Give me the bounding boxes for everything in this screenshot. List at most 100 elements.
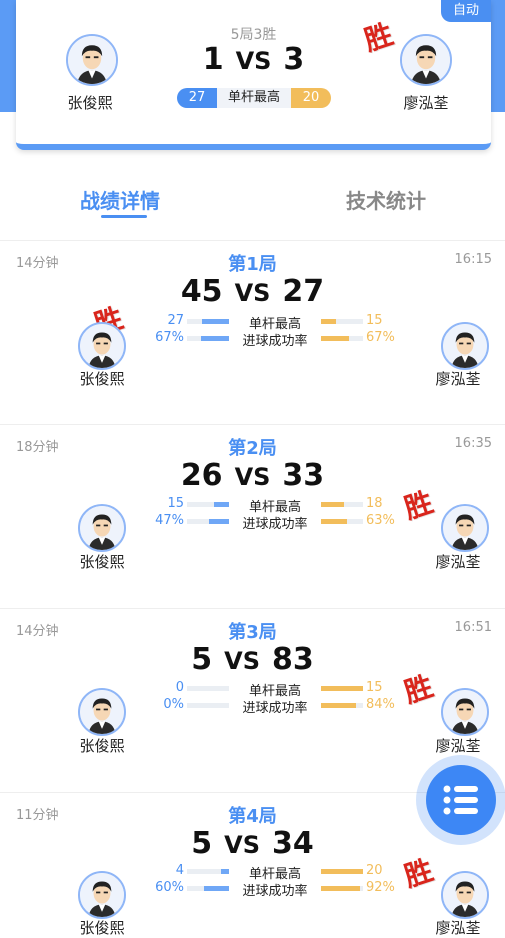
stat-right-value: 63% <box>366 513 395 528</box>
player-name-right: 廖泓荃 <box>435 553 481 571</box>
stat-right-value: 84% <box>366 697 395 712</box>
stat-left-fill <box>203 886 229 891</box>
tab-bar: 战绩详情 技术统计 <box>0 185 505 225</box>
game-time: 16:35 <box>454 436 492 451</box>
menu-fab-button[interactable] <box>416 755 505 845</box>
game-score-left: 45 <box>180 274 223 309</box>
stat-right-bar <box>321 886 363 891</box>
stat-right-value: 92% <box>366 880 395 895</box>
game-score-left: 26 <box>180 458 223 493</box>
stat-label: 进球成功率 <box>242 334 308 349</box>
stat-left-fill <box>200 336 229 341</box>
stat-left-value: 67% <box>155 330 184 345</box>
stat-right-bar <box>321 869 363 874</box>
stat-label: 进球成功率 <box>242 517 308 532</box>
vs-label: VS <box>224 647 260 675</box>
stat-right-fill <box>321 319 336 324</box>
game-card[interactable]: 18分钟 第2局 16:35 26 VS 33 15 单杆最高 18 47% 进球成… <box>0 424 505 608</box>
stat-right-fill <box>321 519 348 524</box>
stat-right-bar <box>321 703 363 708</box>
menu-fab-inner[interactable] <box>426 765 496 835</box>
stat-row-high-break: 27 单杆最高 15 <box>150 313 400 332</box>
avatar-left[interactable] <box>78 322 126 370</box>
player-avatar-icon <box>443 324 487 368</box>
stat-row-pot-rate: 60% 进球成功率 92% <box>150 880 400 899</box>
game-score: 26 VS 33 <box>0 458 505 493</box>
avatar-left[interactable] <box>78 688 126 736</box>
stat-row-high-break: 4 单杆最高 20 <box>150 863 400 882</box>
stat-left-value: 0 <box>175 680 184 695</box>
high-break-right: 20 <box>291 88 331 108</box>
stat-right-fill <box>321 886 360 891</box>
stat-right-fill <box>321 869 363 874</box>
stat-right-fill <box>321 336 350 341</box>
stat-row-high-break: 15 单杆最高 18 <box>150 496 400 515</box>
game-score-right: 33 <box>282 458 325 493</box>
tab-technical-stats[interactable]: 技术统计 <box>316 185 456 214</box>
game-score-right: 83 <box>271 642 314 677</box>
player-name-right: 廖泓荃 <box>435 737 481 755</box>
player-avatar-icon <box>443 690 487 734</box>
stat-right-bar <box>321 686 363 691</box>
stat-right-fill <box>321 703 357 708</box>
game-card[interactable]: 14分钟 第3局 16:51 5 VS 83 0 单杆最高 15 0% 进球成功率 … <box>0 608 505 792</box>
game-title: 第3局 <box>228 622 277 643</box>
stat-left-value: 60% <box>155 880 184 895</box>
player-avatar-icon <box>80 324 124 368</box>
stat-left-fill <box>220 869 229 874</box>
active-tab-indicator <box>101 215 147 218</box>
player-name-left: 张俊熙 <box>79 737 125 755</box>
stat-right-bar <box>321 502 363 507</box>
avatar-left[interactable] <box>78 504 126 552</box>
stat-right-bar <box>321 319 363 324</box>
avatar-right[interactable] <box>441 871 489 919</box>
avatar-right[interactable] <box>400 34 452 86</box>
stat-left-value: 0% <box>163 697 184 712</box>
player-name-left: 张俊熙 <box>67 94 113 112</box>
stat-row-pot-rate: 67% 进球成功率 67% <box>150 330 400 349</box>
stat-label: 进球成功率 <box>242 884 308 899</box>
stat-left-bar <box>187 703 229 708</box>
vs-label: VS <box>235 47 272 75</box>
stat-right-value: 15 <box>366 680 383 695</box>
stat-left-bar <box>187 886 229 891</box>
stat-right-fill <box>321 502 345 507</box>
stat-right-value: 67% <box>366 330 395 345</box>
game-score-right: 34 <box>271 826 314 861</box>
tab-match-details[interactable]: 战绩详情 <box>50 185 190 214</box>
stat-left-bar <box>187 319 229 324</box>
avatar-left[interactable] <box>78 871 126 919</box>
game-title: 第2局 <box>228 438 277 459</box>
avatar-right[interactable] <box>441 322 489 370</box>
stat-row-pot-rate: 0% 进球成功率 84% <box>150 697 400 716</box>
stat-left-fill <box>209 519 229 524</box>
match-summary-card: 自动 张俊熙 5局3胜 1 VS 3 27 单杆最高 20 胜 廖泓荃 <box>16 0 491 150</box>
stat-left-fill <box>201 319 229 324</box>
vs-label: VS <box>234 463 271 491</box>
stat-right-value: 18 <box>366 496 383 511</box>
game-score-left: 5 <box>191 642 213 677</box>
high-break-summary: 27 单杆最高 20 <box>177 88 331 108</box>
auto-badge[interactable]: 自动 <box>441 0 491 22</box>
stat-left-value: 27 <box>167 313 184 328</box>
player-avatar-icon <box>443 873 487 917</box>
player-name-right: 廖泓荃 <box>403 94 449 112</box>
player-avatar-icon <box>80 690 124 734</box>
vs-label: VS <box>234 279 271 307</box>
list-menu-icon <box>443 785 478 815</box>
avatar-right[interactable] <box>441 688 489 736</box>
game-card[interactable]: 14分钟 第1局 16:15 45 VS 27 27 单杆最高 15 67% 进球成… <box>0 240 505 424</box>
stat-right-value: 20 <box>366 863 383 878</box>
player-avatar-icon <box>80 506 124 550</box>
stat-row-high-break: 0 单杆最高 15 <box>150 680 400 699</box>
game-title: 第1局 <box>228 254 277 275</box>
game-score-right: 27 <box>282 274 325 309</box>
player-name-left: 张俊熙 <box>79 553 125 571</box>
stat-left-bar <box>187 502 229 507</box>
avatar-right[interactable] <box>441 504 489 552</box>
match-score-left: 1 <box>202 42 224 77</box>
game-time: 16:51 <box>454 620 492 635</box>
high-break-label: 单杆最高 <box>217 88 291 108</box>
match-score-right: 3 <box>283 42 305 77</box>
stat-right-bar <box>321 336 363 341</box>
